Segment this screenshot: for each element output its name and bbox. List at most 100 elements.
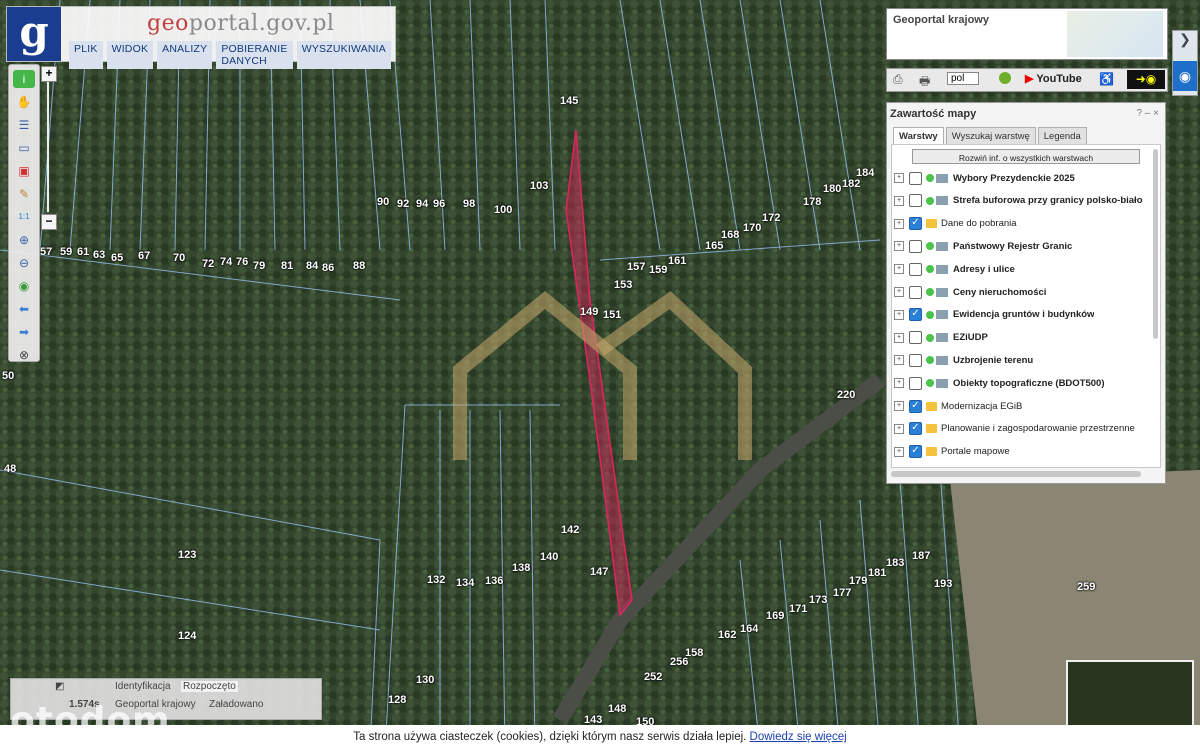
layer-row: + ✓ Modernizacja EGiB	[894, 397, 1152, 415]
parcel-label: 158	[685, 647, 704, 659]
geoportal-logo[interactable]: g	[7, 7, 61, 61]
layer-checkbox[interactable]	[909, 285, 922, 299]
layer-checkbox[interactable]: ✓	[909, 308, 922, 322]
layer-name[interactable]: Obiekty topograficzne (BDOT500)	[953, 378, 1105, 389]
info-icon[interactable]: i	[13, 70, 35, 88]
draw-pencil-icon[interactable]: ✎	[13, 185, 35, 203]
layer-checkbox[interactable]	[909, 262, 922, 276]
high-contrast-icon[interactable]: ➜◉	[1127, 70, 1165, 89]
zoom-slider[interactable]: + −	[41, 66, 57, 230]
layer-checkbox[interactable]: ✓	[909, 422, 922, 436]
vertical-scrollbar[interactable]	[1153, 149, 1158, 339]
layer-name[interactable]: Planowanie i zagospodarowanie przestrzen…	[941, 423, 1135, 434]
parcel-label: 165	[705, 240, 724, 252]
layer-checkbox[interactable]	[909, 331, 922, 345]
layer-checkbox[interactable]: ✓	[909, 399, 922, 413]
layer-name[interactable]: Państwowy Rejestr Granic	[953, 241, 1072, 252]
parcel-label: 142	[561, 524, 580, 536]
zoom-handle[interactable]: −	[41, 214, 57, 230]
load-state: Załadowano	[209, 699, 264, 710]
scale-icon[interactable]: 1:1	[13, 208, 35, 226]
layer-name[interactable]: Uzbrojenie terenu	[953, 355, 1033, 366]
cookie-bar: Ta strona używa ciasteczek (cookies), dz…	[0, 725, 1200, 750]
layer-name[interactable]: Ceny nieruchomości	[953, 287, 1046, 298]
zoom-out-icon[interactable]: ⊖	[13, 254, 35, 272]
parcel-label: 92	[397, 198, 410, 210]
eye-icon[interactable]: ◉	[1173, 61, 1197, 91]
layer-checkbox[interactable]	[909, 376, 922, 390]
layer-name[interactable]: Wybory Prezydenckie 2025	[953, 173, 1075, 184]
parcel-label: 182	[842, 178, 861, 190]
parcel-label: 183	[886, 557, 905, 569]
tab-legenda[interactable]: Legenda	[1037, 127, 1087, 145]
map-content-panel: Zawartość mapy ? – × Warstwy Wyszukaj wa…	[886, 102, 1166, 484]
expand-layer-icon[interactable]: +	[894, 264, 904, 275]
pan-hand-icon[interactable]: ✋	[13, 93, 35, 111]
layer-checkbox[interactable]	[909, 194, 922, 208]
full-extent-icon[interactable]: ⊗	[13, 346, 35, 364]
collapse-icon[interactable]: ❯	[1173, 31, 1197, 61]
expand-all-button[interactable]: Rozwiń inf. o wszystkich warstwach	[912, 149, 1140, 164]
forward-arrow-icon[interactable]: ➡	[13, 323, 35, 341]
parcel-label: 130	[416, 674, 435, 686]
language-select[interactable]: pol	[947, 72, 980, 85]
horizontal-scrollbar[interactable]	[891, 471, 1141, 477]
cookie-more-link[interactable]: Dowiedz się więcej	[750, 731, 847, 743]
layer-name[interactable]: Portale mapowe	[941, 446, 1010, 457]
menu-plik[interactable]: PLIK	[69, 41, 103, 69]
expand-layer-icon[interactable]: +	[894, 401, 904, 411]
layer-row: + ✓ Portale mapowe	[894, 443, 1152, 461]
layer-checkbox[interactable]	[909, 171, 922, 185]
tab-wyszukaj-warstwe[interactable]: Wyszukaj warstwę	[945, 127, 1036, 145]
expand-layer-icon[interactable]: +	[894, 332, 904, 343]
parcel-label: 88	[353, 260, 366, 272]
select-area-icon[interactable]: ▭	[13, 139, 35, 157]
menu-widok[interactable]: WIDOK	[106, 41, 154, 69]
expand-layer-icon[interactable]: +	[894, 195, 904, 206]
layer-checkbox[interactable]: ✓	[909, 217, 922, 231]
overview-map[interactable]	[1067, 11, 1163, 57]
zoom-in-icon[interactable]: ⊕	[13, 231, 35, 249]
layer-name[interactable]: Dane do pobrania	[941, 218, 1017, 229]
menu-pobieranie-danych[interactable]: POBIERANIE DANYCH	[216, 41, 293, 69]
layer-checkbox[interactable]	[909, 353, 922, 367]
layer-name[interactable]: Ewidencja gruntów i budynków	[953, 309, 1094, 320]
tab-warstwy[interactable]: Warstwy	[893, 127, 944, 145]
menu-analizy[interactable]: ANALIZY	[157, 41, 213, 69]
parcel-label: 193	[934, 578, 953, 590]
zoom-track[interactable]	[47, 82, 49, 212]
accessibility-icon[interactable]: ♿	[1099, 72, 1114, 86]
printer-icon[interactable]: 🖶	[919, 72, 930, 93]
layer-checkbox[interactable]	[909, 239, 922, 253]
help-icon[interactable]	[999, 72, 1011, 84]
layer-row: + ✓ Planowanie i zagospodarowanie przestrz…	[894, 420, 1152, 438]
measure-icon[interactable]: ▣	[13, 162, 35, 180]
expand-layer-icon[interactable]: +	[894, 355, 904, 366]
menu-wyszukiwania[interactable]: WYSZUKIWANIA	[296, 41, 391, 69]
print-icon[interactable]: ⎙	[893, 72, 903, 87]
expand-layer-icon[interactable]: +	[894, 423, 904, 434]
expand-layer-icon[interactable]: +	[894, 309, 904, 320]
back-arrow-icon[interactable]: ⬅	[13, 300, 35, 318]
tool-palette: i ✋ ☰ ▭ ▣ ✎ 1:1 ⊕ ⊖ ◉ ⬅ ➡ ⊗	[8, 64, 40, 362]
expand-layer-icon[interactable]: +	[894, 378, 904, 389]
globe-icon[interactable]: ◉	[13, 277, 35, 295]
layer-list: Rozwiń inf. o wszystkich warstwach + Wybo…	[891, 144, 1161, 468]
expand-layer-icon[interactable]: +	[894, 173, 904, 183]
layer-name[interactable]: Adresy i ulice	[953, 264, 1015, 275]
expand-layer-icon[interactable]: +	[894, 446, 904, 457]
youtube-link[interactable]: ▶ YouTube	[1025, 72, 1082, 85]
zoom-plus-button[interactable]: +	[41, 66, 57, 82]
layer-name[interactable]: EZiUDP	[953, 332, 988, 343]
panel-controls[interactable]: ? – ×	[1136, 108, 1159, 119]
expand-layer-icon[interactable]: +	[894, 218, 904, 229]
parcel-label: 50	[2, 370, 15, 382]
layer-checkbox[interactable]: ✓	[909, 445, 922, 459]
layer-row: + Państwowy Rejestr Granic	[894, 237, 1152, 255]
layers-list-icon[interactable]: ☰	[13, 116, 35, 134]
layer-name[interactable]: Modernizacja EGiB	[941, 401, 1022, 412]
layer-name[interactable]: Strefa buforowa przy granicy polsko-biał…	[953, 195, 1143, 206]
expand-layer-icon[interactable]: +	[894, 287, 904, 297]
parcel-label: 180	[823, 183, 842, 195]
expand-layer-icon[interactable]: +	[894, 241, 904, 252]
